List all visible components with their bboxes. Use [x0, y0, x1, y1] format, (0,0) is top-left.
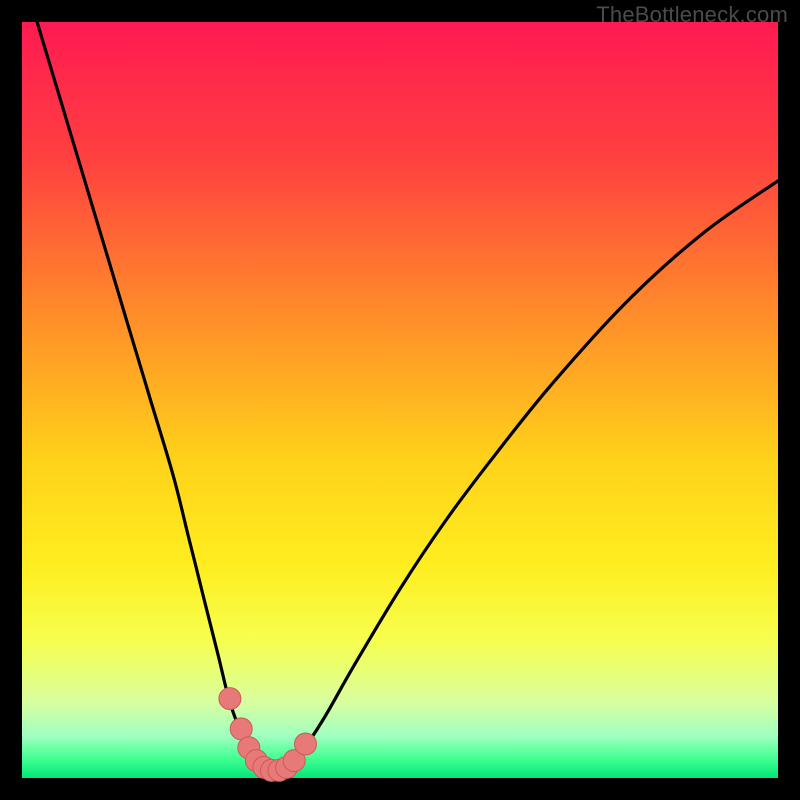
bottleneck-curve-path: [37, 22, 778, 773]
watermark-text: TheBottleneck.com: [596, 2, 788, 28]
bottleneck-curve-svg: [22, 22, 778, 778]
highlight-marker: [219, 688, 241, 710]
highlight-markers-group: [219, 688, 317, 782]
highlight-marker: [295, 733, 317, 755]
plot-area: [22, 22, 778, 778]
chart-frame: TheBottleneck.com: [0, 0, 800, 800]
